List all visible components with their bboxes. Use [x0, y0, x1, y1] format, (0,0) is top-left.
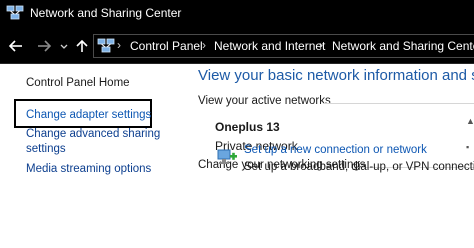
- page-title: View your basic network information and …: [198, 67, 474, 84]
- left-task-pane: Control Panel Home Change adapter settin…: [0, 64, 190, 248]
- change-advanced-sharing-link[interactable]: Change advanced sharing: [26, 126, 160, 142]
- breadcrumb-network-and-internet[interactable]: Network and Internet: [214, 39, 325, 53]
- change-adapter-settings-link[interactable]: Change adapter settings: [26, 107, 151, 123]
- media-streaming-options-link[interactable]: Media streaming options: [26, 161, 151, 177]
- breadcrumb-separator-icon[interactable]: ›: [202, 38, 206, 52]
- network-center-icon: [6, 5, 24, 21]
- back-arrow-icon[interactable]: [6, 36, 26, 56]
- up-arrow-icon[interactable]: [72, 36, 92, 56]
- scroll-indicator-icon: ▲: [466, 116, 474, 126]
- setup-new-connection-link[interactable]: Set up a new connection or network: [244, 144, 427, 156]
- breadcrumb-control-panel[interactable]: Control Panel: [130, 39, 203, 53]
- address-field[interactable]: › Control Panel › Network and Internet ›…: [93, 34, 474, 58]
- title-bar: Network and Sharing Center: [0, 0, 474, 28]
- forward-arrow-icon[interactable]: [34, 36, 54, 56]
- address-bar: › Control Panel › Network and Internet ›…: [0, 28, 474, 64]
- breadcrumb-separator-icon[interactable]: ›: [117, 38, 121, 52]
- active-networks-heading: View your active networks: [198, 95, 331, 107]
- scroll-indicator-icon: ▪: [466, 142, 470, 152]
- change-advanced-sharing-link-line2[interactable]: settings: [26, 141, 66, 157]
- recent-locations-chevron-icon[interactable]: [58, 36, 70, 56]
- network-center-icon: [97, 38, 115, 54]
- setup-new-connection-description: Set up a broadband, dial-up, or VPN conn…: [244, 161, 474, 173]
- breadcrumb-network-and-sharing-center[interactable]: Network and Sharing Center: [332, 39, 474, 53]
- network-name: Oneplus 13: [215, 120, 280, 134]
- new-connection-icon: [216, 146, 238, 166]
- window-title: Network and Sharing Center: [30, 6, 182, 20]
- breadcrumb-separator-icon[interactable]: ›: [319, 38, 323, 52]
- divider: [323, 103, 474, 104]
- main-content: View your basic network information and …: [190, 64, 474, 248]
- control-panel-home-link[interactable]: Control Panel Home: [26, 75, 130, 91]
